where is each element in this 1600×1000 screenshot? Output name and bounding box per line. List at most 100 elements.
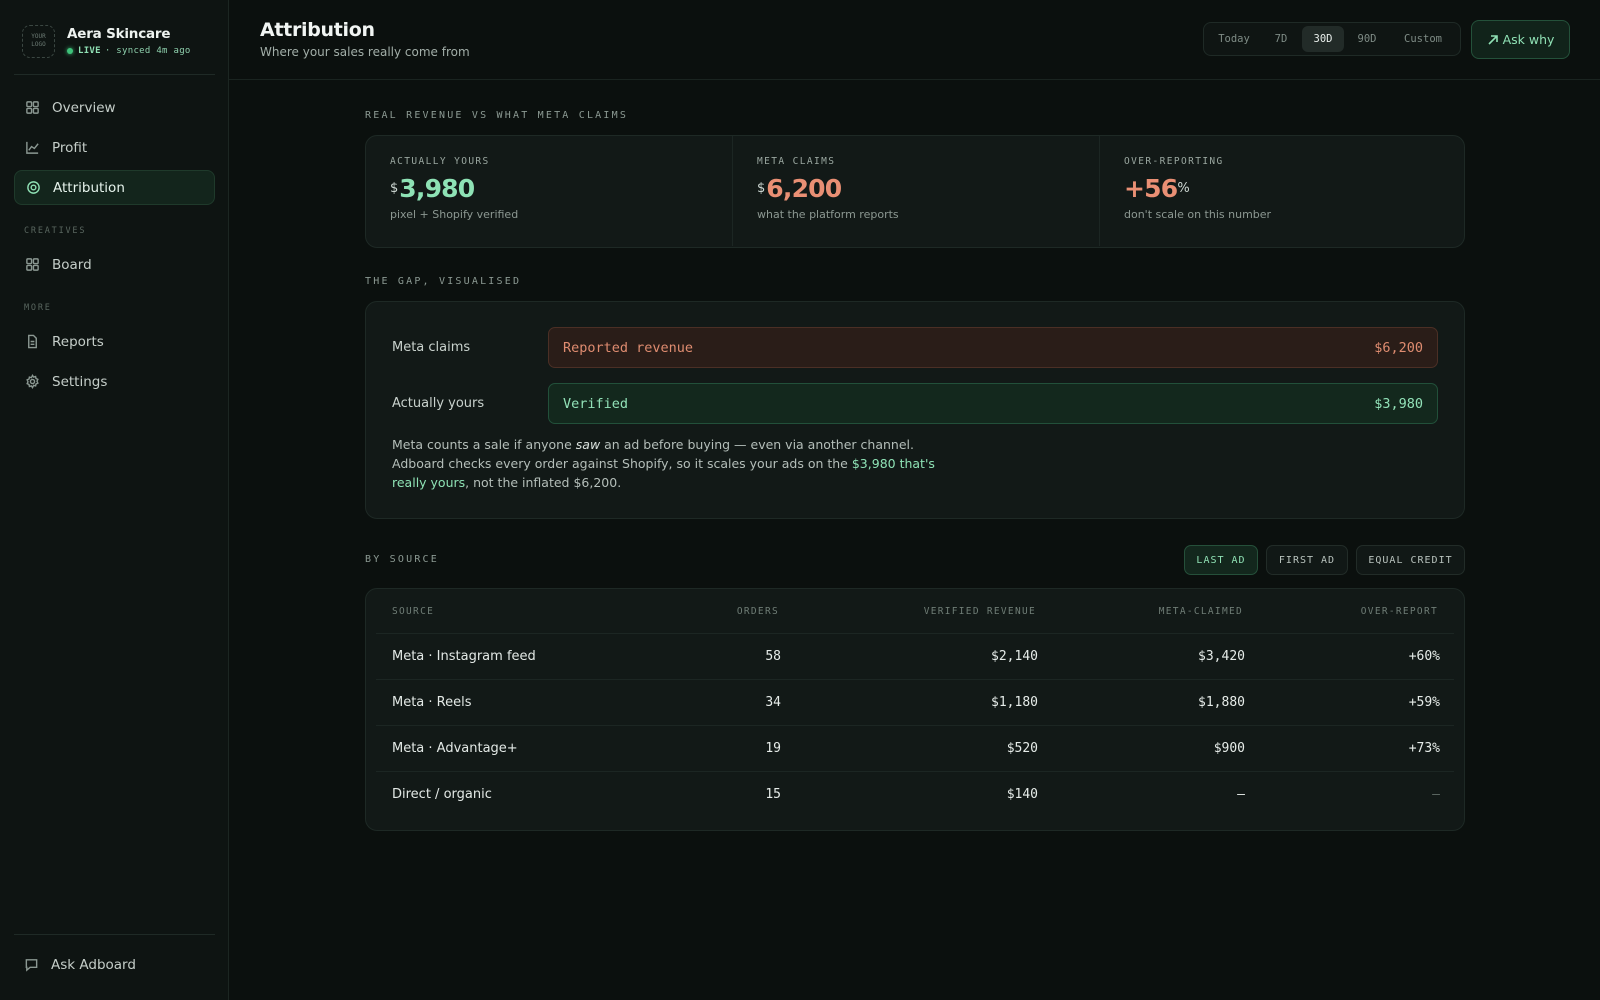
cell-source: Meta · Reels: [392, 695, 472, 710]
cell-source: Meta · Instagram feed: [392, 649, 536, 664]
column-header-orders: ORDERS: [736, 606, 779, 617]
column-header-verified-revenue: VERIFIED REVENUE: [923, 606, 1036, 617]
page-header: Attribution Where your sales really come…: [229, 0, 1600, 80]
table-row[interactable]: Meta · Reels 34 $1,180 $1,880 +59%: [376, 679, 1454, 725]
cell-meta-claimed: $900: [1213, 741, 1245, 756]
kpi-number: 3,980: [399, 174, 475, 203]
sidebar-item-attribution[interactable]: Attribution: [14, 170, 215, 205]
section-title-by-source: BY SOURCE: [365, 554, 439, 565]
sidebar-item-settings[interactable]: Settings: [14, 364, 215, 399]
section-title-gap: THE GAP, VISUALISED: [365, 276, 522, 287]
model-last-ad-button[interactable]: LAST AD: [1184, 545, 1258, 575]
kpi-card: ACTUALLY YOURS $3,980 pixel + Shopify ve…: [365, 135, 1465, 248]
range-30d[interactable]: 30D: [1302, 26, 1344, 52]
sidebar-item-profit[interactable]: Profit: [14, 130, 215, 165]
model-first-ad-button[interactable]: FIRST AD: [1266, 545, 1348, 575]
section-title-kpis: REAL REVENUE VS WHAT META CLAIMS: [365, 110, 629, 121]
cell-verified-revenue: $520: [1006, 741, 1038, 756]
sidebar-item-label: Settings: [52, 373, 108, 390]
range-90d[interactable]: 90D: [1344, 26, 1390, 52]
range-custom[interactable]: Custom: [1390, 26, 1456, 52]
kpi-value: $6,200: [757, 174, 1074, 204]
ask-adboard-button[interactable]: Ask Adboard: [14, 947, 215, 982]
cell-verified-revenue: $2,140: [991, 649, 1038, 664]
kpi-number: +56: [1124, 174, 1178, 203]
text-part: , not the inflated $6,200.: [465, 475, 622, 490]
brand[interactable]: YOUR LOGO Aera Skincare LIVE · synced 4m…: [22, 23, 215, 59]
cell-orders: 15: [765, 787, 781, 802]
gap-explanation: Meta counts a sale if anyone saw an ad b…: [392, 435, 952, 492]
sidebar-item-label: Board: [52, 256, 92, 273]
text-part: Meta counts a sale if anyone: [392, 437, 576, 452]
table-row[interactable]: Meta · Advantage+ 19 $520 $900 +73%: [376, 725, 1454, 771]
table-row[interactable]: Direct / organic 15 $140 — —: [376, 771, 1454, 817]
section-label-creatives: CREATIVES: [24, 226, 87, 236]
cell-orders: 19: [765, 741, 781, 756]
grid-icon: [24, 257, 40, 273]
kpi-value: +56%: [1124, 174, 1441, 204]
claimed-revenue-bar: Reported revenue $6,200: [548, 327, 1438, 368]
cell-meta-claimed: —: [1237, 787, 1245, 802]
synced-label: · synced 4m ago: [104, 46, 191, 56]
sidebar-item-label: Overview: [52, 99, 116, 116]
date-range-selector: Today 7D 30D 90D Custom: [1203, 22, 1461, 56]
kpi-prefix: $: [757, 181, 766, 196]
sidebar-item-overview[interactable]: Overview: [14, 90, 215, 125]
logo-text-bottom: LOGO: [31, 41, 46, 48]
model-equal-credit-button[interactable]: EQUAL CREDIT: [1356, 545, 1465, 575]
chart-line-icon: [24, 140, 40, 156]
kpi-number: 6,200: [766, 174, 842, 203]
page-subtitle: Where your sales really come from: [260, 45, 470, 59]
logo-placeholder: YOUR LOGO: [22, 24, 55, 58]
verified-revenue-bar: Verified $3,980: [548, 383, 1438, 424]
ask-adboard-label: Ask Adboard: [51, 956, 136, 973]
sidebar-item-label: Attribution: [53, 179, 125, 196]
kpi-value: $3,980: [390, 174, 708, 204]
target-icon: [25, 180, 41, 196]
gap-card: Meta claims Reported revenue $6,200 Actu…: [365, 301, 1465, 519]
sidebar-item-reports[interactable]: Reports: [14, 324, 215, 359]
chat-icon: [25, 959, 38, 972]
source-table: SOURCE ORDERS VERIFIED REVENUE META-CLAI…: [365, 588, 1465, 831]
page-title: Attribution: [260, 19, 375, 41]
ask-why-label: Ask why: [1502, 32, 1555, 47]
sidebar-item-board[interactable]: Board: [14, 247, 215, 282]
cell-source: Meta · Advantage+: [392, 741, 518, 756]
cell-meta-claimed: $1,880: [1198, 695, 1245, 710]
column-header-over-report: OVER-REPORT: [1360, 606, 1438, 617]
kpi-over-reporting: OVER-REPORTING +56% don't scale on this …: [1099, 136, 1465, 246]
bar-value: $6,200: [1374, 339, 1423, 356]
kpi-suffix: %: [1177, 181, 1190, 196]
kpi-note: don't scale on this number: [1124, 208, 1272, 221]
live-label: LIVE: [78, 46, 101, 56]
live-dot-icon: [67, 48, 73, 54]
kpi-label: OVER-REPORTING: [1124, 156, 1224, 167]
divider: [14, 74, 215, 75]
bar-label: Reported revenue: [563, 339, 694, 356]
table-row[interactable]: Meta · Instagram feed 58 $2,140 $3,420 +…: [376, 633, 1454, 679]
kpi-label: ACTUALLY YOURS: [390, 156, 490, 167]
kpi-note: what the platform reports: [757, 208, 899, 221]
logo-text-top: YOUR: [31, 33, 46, 40]
grid-icon: [24, 100, 40, 116]
cell-verified-revenue: $140: [1006, 787, 1038, 802]
cell-over-report: +59%: [1408, 695, 1440, 710]
sidebar-item-label: Profit: [52, 139, 88, 156]
cell-over-report: +60%: [1408, 649, 1440, 664]
cell-verified-revenue: $1,180: [991, 695, 1038, 710]
cell-orders: 34: [765, 695, 781, 710]
sidebar: YOUR LOGO Aera Skincare LIVE · synced 4m…: [0, 0, 229, 1000]
bar-label: Verified: [563, 395, 629, 412]
cell-over-report: +73%: [1408, 741, 1440, 756]
divider: [14, 934, 215, 935]
range-today[interactable]: Today: [1208, 26, 1260, 52]
kpi-actually-yours: ACTUALLY YOURS $3,980 pixel + Shopify ve…: [366, 136, 732, 246]
gear-icon: [24, 374, 40, 390]
ask-why-button[interactable]: Ask why: [1471, 20, 1570, 59]
sync-status: LIVE · synced 4m ago: [67, 46, 191, 56]
cell-meta-claimed: $3,420: [1198, 649, 1245, 664]
kpi-note: pixel + Shopify verified: [390, 208, 519, 221]
arrow-up-right-icon: [1488, 34, 1498, 45]
range-7d[interactable]: 7D: [1260, 26, 1302, 52]
bar-value: $3,980: [1374, 395, 1423, 412]
